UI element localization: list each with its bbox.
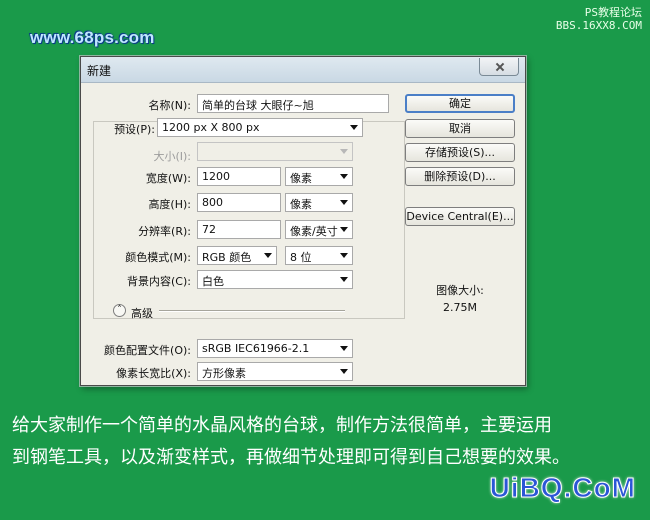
dialog-titlebar: 新建 [81, 57, 525, 83]
caption-line-1: 给大家制作一个简单的水晶风格的台球，制作方法很简单，主要运用 [12, 415, 552, 436]
bit-depth-select[interactable]: 8 位 [285, 246, 353, 265]
advanced-toggle-button[interactable]: ˄ [113, 304, 126, 317]
chevron-down-icon [350, 125, 358, 130]
height-label: 高度(H): [148, 198, 191, 211]
brand-watermark: UiBQ.CoM [489, 472, 636, 504]
dialog-title: 新建 [87, 64, 112, 78]
color-mode-label: 颜色模式(M): [125, 251, 191, 264]
chevron-down-icon [340, 277, 348, 282]
pixel-aspect-label: 像素长宽比(X): [116, 367, 191, 380]
forum-watermark: PS教程论坛 BBS.16XX8.COM [556, 6, 642, 32]
width-unit-select[interactable]: 像素 [285, 167, 353, 186]
height-input[interactable]: 800 [197, 193, 281, 212]
chevron-down-icon [340, 253, 348, 258]
name-input[interactable]: 简单的台球 大眼仔~旭 [197, 94, 389, 113]
color-profile-label: 颜色配置文件(O): [104, 344, 191, 357]
close-button[interactable] [479, 58, 519, 76]
chevron-down-icon [340, 346, 348, 351]
delete-preset-button[interactable]: 删除预设(D)... [405, 167, 515, 186]
forum-name: PS教程论坛 [584, 6, 642, 19]
preset-label: 预设(P): [114, 123, 155, 136]
pixel-aspect-select[interactable]: 方形像素 [197, 362, 353, 381]
background-label: 背景内容(C): [127, 275, 191, 288]
resolution-input[interactable]: 72 [197, 220, 281, 239]
height-unit-select[interactable]: 像素 [285, 193, 353, 212]
width-input[interactable]: 1200 [197, 167, 281, 186]
device-central-button[interactable]: Device Central(E)... [405, 207, 515, 226]
new-document-dialog: 新建 名称(N): 简单的台球 大眼仔~旭 预设(P): 1200 px X 8… [80, 56, 526, 386]
chevron-down-icon [340, 149, 348, 154]
size-select[interactable] [197, 142, 353, 161]
caption-line-2: 到钢笔工具，以及渐变样式，再做细节处理即可得到自己想要的效果。 [12, 447, 570, 468]
bit-depth-value: 8 位 [290, 251, 312, 264]
preset-value: 1200 px X 800 px [162, 121, 260, 134]
name-label: 名称(N): [148, 99, 191, 112]
resolution-unit-value: 像素/英寸 [290, 225, 338, 238]
chevron-down-icon [340, 369, 348, 374]
width-label: 宽度(W): [145, 172, 191, 185]
color-profile-select[interactable]: sRGB IEC61966-2.1 [197, 339, 353, 358]
size-label: 大小(I): [153, 150, 191, 163]
image-size-value: 2.75M [443, 301, 477, 314]
chevron-down-icon [264, 253, 272, 258]
site-watermark: www.68ps.com [30, 28, 155, 47]
background-select[interactable]: 白色 [197, 270, 353, 289]
chevron-up-icon: ˄ [117, 305, 122, 315]
height-unit-value: 像素 [290, 198, 312, 211]
resolution-label: 分辨率(R): [138, 225, 191, 238]
preset-select[interactable]: 1200 px X 800 px [157, 118, 363, 137]
advanced-label: 高级 [131, 307, 153, 320]
width-unit-value: 像素 [290, 172, 312, 185]
tutorial-caption: 给大家制作一个简单的水晶风格的台球，制作方法很简单，主要运用 到钢笔工具，以及渐… [0, 410, 650, 474]
save-preset-button[interactable]: 存储预设(S)... [405, 143, 515, 162]
background-value: 白色 [202, 275, 224, 288]
chevron-down-icon [340, 174, 348, 179]
chevron-down-icon [340, 200, 348, 205]
pixel-aspect-value: 方形像素 [202, 367, 246, 380]
forum-url: BBS.16XX8.COM [555, 19, 642, 32]
ok-button[interactable]: 确定 [405, 94, 515, 113]
chevron-down-icon [340, 227, 348, 232]
image-size-label: 图像大小: [436, 284, 484, 297]
color-profile-value: sRGB IEC61966-2.1 [202, 342, 310, 355]
resolution-unit-select[interactable]: 像素/英寸 [285, 220, 353, 239]
color-mode-select[interactable]: RGB 颜色 [197, 246, 277, 265]
advanced-divider [159, 310, 345, 312]
cancel-button[interactable]: 取消 [405, 119, 515, 138]
color-mode-value: RGB 颜色 [202, 251, 252, 264]
